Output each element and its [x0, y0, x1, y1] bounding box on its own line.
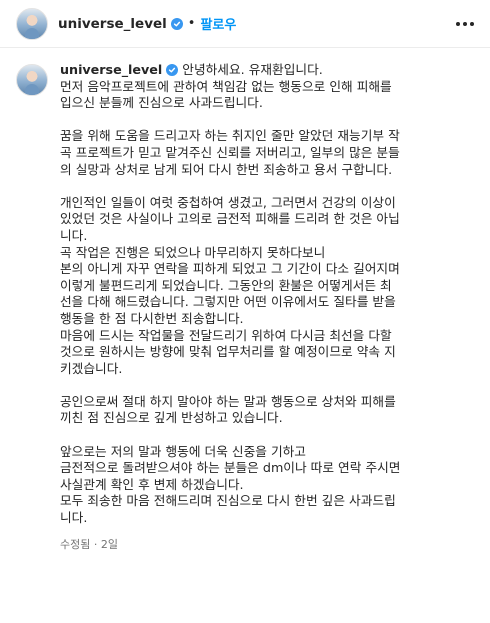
caption-line: 이렇게 불편드리게 되었습니다. 그동안의 환불은 어떻게서든 최	[60, 277, 392, 293]
caption-line: 금전적으로 돌려받으셔야 하는 분들은 dm이나 따로 연락 주시면	[60, 460, 401, 476]
more-options-icon[interactable]	[454, 16, 476, 32]
caption-line: 있었던 것은 사실이나 고의로 금전적 피해를 드리려 한 것은 아닙	[60, 211, 400, 227]
caption-line	[60, 112, 470, 129]
caption-avatar[interactable]	[16, 64, 48, 96]
caption-line: 공인으로써 절대 하지 말아야 하는 말과 행동으로 상처와 피해를	[60, 393, 396, 409]
caption-line: 먼저 음악프로젝트에 관하여 책임감 없는 행동으로 인해 피해를	[60, 78, 392, 94]
caption-username[interactable]: universe_level	[60, 62, 162, 77]
caption-line	[60, 178, 470, 195]
post-meta: 수정됨 · 2일	[60, 537, 470, 554]
caption-content: universe_level 안녕하세요. 유재환입니다. 먼저 음악프로젝트에…	[60, 62, 470, 553]
header-separator: •	[187, 16, 196, 31]
caption-line	[60, 427, 470, 444]
post-header: universe_level • 팔로우	[0, 0, 490, 48]
post-time[interactable]: 2일	[101, 538, 118, 551]
caption-first-line: universe_level 안녕하세요. 유재환입니다.	[60, 62, 470, 79]
follow-button[interactable]: 팔로우	[200, 14, 236, 33]
caption-line: 사실관계 확인 후 변제 하겠습니다.	[60, 476, 244, 492]
caption-line: 키겠습니다.	[60, 360, 123, 376]
caption-line: 앞으로는 저의 말과 행동에 더욱 신중을 기하고	[60, 443, 306, 459]
caption-line: 개인적인 일들이 여럿 중첩하여 생겼고, 그러면서 건강의 이상이	[60, 194, 396, 210]
caption-line: 행동을 한 점 다시한번 죄송합니다.	[60, 310, 244, 326]
caption-line: 곡 프로젝트가 믿고 맡겨주신 신뢰를 저버리고, 일부의 많은 분들	[60, 144, 400, 160]
caption-line: 마음에 드시는 작업물을 전달드리기 위하여 다시금 최선을 다할	[60, 327, 392, 343]
caption-line	[60, 377, 470, 394]
caption-line: 니다.	[60, 510, 88, 526]
caption-line: 의 실망과 상처로 남게 되어 다시 한번 죄송하고 용서 구합니다.	[60, 161, 393, 177]
caption-line: 꿈을 위해 도움을 드리고자 하는 취지인 줄만 알았던 재능기부 작	[60, 128, 400, 144]
caption-line: 선을 다해 해드렸습니다. 그렇지만 어떤 이유에서도 질타를 받을	[60, 294, 396, 310]
caption-line: 모두 죄송한 마음 전해드리며 진심으로 다시 한번 깊은 사과드립	[60, 493, 396, 509]
verified-badge-icon	[170, 17, 183, 30]
caption-line: 것으로 원하시는 방향에 맞춰 업무처리를 할 예정이므로 약속 지	[60, 344, 396, 360]
caption-line: 본의 아니게 자꾸 연락을 피하게 되었고 그 기간이 다소 길어지며	[60, 261, 400, 277]
meta-separator: ·	[93, 537, 98, 551]
caption-line: 끼친 점 진심으로 깊게 반성하고 있습니다.	[60, 410, 283, 426]
header-username[interactable]: universe_level	[58, 16, 167, 32]
caption-line: 니다.	[60, 227, 88, 243]
caption-greeting: 안녕하세요. 유재환입니다.	[182, 62, 323, 77]
post-caption: universe_level 안녕하세요. 유재환입니다. 먼저 음악프로젝트에…	[0, 62, 490, 553]
caption-line: 곡 작업은 진행은 되었으나 마무리하지 못하다보니	[60, 244, 326, 260]
edited-label: 수정됨	[60, 537, 91, 551]
verified-badge-icon	[166, 64, 179, 76]
caption-line: 입으신 분들께 진심으로 사과드립니다.	[60, 95, 263, 111]
avatar[interactable]	[16, 7, 48, 40]
